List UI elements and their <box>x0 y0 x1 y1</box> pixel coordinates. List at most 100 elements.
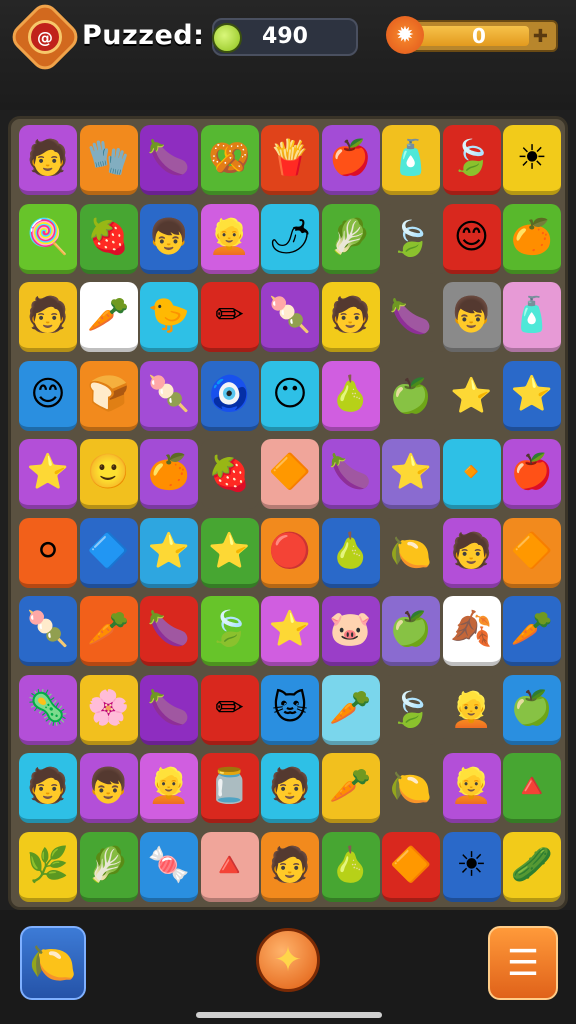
tile-icon: 😶 <box>272 373 308 414</box>
board-tile[interactable]: 🧑 <box>321 282 380 352</box>
board-tile[interactable]: 🌶 <box>261 203 319 274</box>
board-tile[interactable]: 🥨 <box>200 125 259 195</box>
board-tile[interactable]: 🥬 <box>79 831 138 902</box>
board-tile[interactable]: 🔴 <box>261 517 319 588</box>
board-tile[interactable]: 🥕 <box>321 674 380 745</box>
board-tile[interactable]: ☀ <box>503 125 561 195</box>
board-tile[interactable]: 🧤 <box>79 125 138 195</box>
board-tile[interactable]: 🔶 <box>503 517 561 588</box>
board-tile[interactable]: 🔶 <box>261 439 319 509</box>
board-tile[interactable]: 🍞 <box>79 360 138 431</box>
board-tile[interactable]: 🍃 <box>382 203 440 274</box>
board-tile[interactable]: 🌸 <box>79 674 138 745</box>
board-tile[interactable]: ⭐ <box>503 360 561 431</box>
board-tile[interactable]: 👱 <box>442 753 501 823</box>
board-tile[interactable]: 🧴 <box>503 282 561 352</box>
board-tile[interactable]: ⭐ <box>200 517 259 588</box>
board-tile[interactable]: 🍬 <box>140 831 198 902</box>
board-tile[interactable]: 🍐 <box>321 517 380 588</box>
board-tile[interactable]: 🍐 <box>321 831 380 902</box>
board-tile[interactable]: 🔺 <box>200 831 259 902</box>
board-tile[interactable]: ☀ <box>442 831 501 902</box>
board-tile[interactable]: 🔶 <box>382 831 440 902</box>
board-tile[interactable]: 😊 <box>19 360 77 431</box>
board-tile[interactable]: ⭐ <box>19 439 77 509</box>
board-tile[interactable]: 👦 <box>140 203 198 274</box>
board-tile[interactable]: 👱 <box>200 203 259 274</box>
board-tile[interactable]: 🍋 <box>382 517 440 588</box>
board-tile[interactable]: 🧑 <box>261 753 319 823</box>
board-tile[interactable]: 🍆 <box>140 125 198 195</box>
board-tile[interactable]: ⭐ <box>382 439 440 509</box>
board-tile[interactable]: 🍏 <box>382 596 440 666</box>
board-tile[interactable]: 🍃 <box>442 125 501 195</box>
board-tile[interactable]: 🐷 <box>321 596 380 666</box>
board-tile[interactable]: 🍡 <box>19 596 77 666</box>
board-tile[interactable]: 😶 <box>261 360 319 431</box>
board-tile[interactable]: 🥕 <box>79 282 138 352</box>
board-tile[interactable]: 🍏 <box>382 360 440 431</box>
board-tile[interactable]: 🧑 <box>442 517 501 588</box>
board-tile[interactable]: 🍆 <box>140 596 198 666</box>
board-tile[interactable]: 🍆 <box>382 282 440 352</box>
board-tile[interactable]: 🍟 <box>261 125 319 195</box>
board-tile[interactable]: 🥬 <box>321 203 380 274</box>
board-tile[interactable]: ✏ <box>200 674 259 745</box>
board-tile[interactable]: 🔺 <box>503 753 561 823</box>
tile-icon: 🍞 <box>87 373 130 414</box>
board-tile[interactable]: ⭐ <box>442 360 501 431</box>
board-tile[interactable]: 🍎 <box>321 125 380 195</box>
board-tile[interactable]: 🍓 <box>79 203 138 274</box>
board-tile[interactable]: ⭐ <box>261 596 319 666</box>
logo-button[interactable]: @ <box>6 0 84 76</box>
board-tile[interactable]: 🧑 <box>19 753 77 823</box>
shuffle-button[interactable]: ✦ <box>256 928 320 992</box>
board-tile[interactable]: 😊 <box>442 203 501 274</box>
board-tile[interactable]: 👱 <box>140 753 198 823</box>
board-tile[interactable]: 👱 <box>442 674 501 745</box>
board-tile[interactable]: 🍓 <box>200 439 259 509</box>
board-tile[interactable]: 🙂 <box>79 439 138 509</box>
board-tile[interactable]: 🍐 <box>321 360 380 431</box>
board-tile[interactable]: 🍡 <box>261 282 319 352</box>
board-tile[interactable]: 🧑 <box>19 125 77 195</box>
board-tile[interactable]: 🧑 <box>19 282 77 352</box>
board-tile[interactable]: 🍭 <box>19 203 77 274</box>
board-tile[interactable]: 🥕 <box>79 596 138 666</box>
board-tile[interactable]: 🥕 <box>503 596 561 666</box>
board-tile[interactable]: 🍡 <box>140 360 198 431</box>
board-tile[interactable]: 🍏 <box>503 674 561 745</box>
board-tile[interactable]: ✏ <box>200 282 259 352</box>
board-tile[interactable]: ⭐ <box>140 517 198 588</box>
board-tile[interactable]: 🥕 <box>321 753 380 823</box>
board-tile[interactable]: 🍂 <box>442 596 501 666</box>
board-tile[interactable]: 🧑 <box>261 831 319 902</box>
board-tile[interactable]: 🐤 <box>140 282 198 352</box>
tile-icon: 🧴 <box>389 138 433 178</box>
board-tile[interactable]: 👦 <box>442 282 501 352</box>
add-icon[interactable]: ✚ <box>533 26 548 47</box>
board-tile[interactable]: 🧿 <box>200 360 259 431</box>
menu-button[interactable]: ☰ <box>488 926 558 1000</box>
board-tile[interactable]: 🐱 <box>261 674 319 745</box>
board-tile[interactable]: 🦠 <box>19 674 77 745</box>
board-tile[interactable]: 🍃 <box>382 674 440 745</box>
lemon-booster-button[interactable]: 🍋 <box>20 926 86 1000</box>
board-tile[interactable]: 🍃 <box>200 596 259 666</box>
board-tile[interactable]: 🍆 <box>321 439 380 509</box>
board-tile[interactable]: 🍊 <box>503 203 561 274</box>
board-tile[interactable]: 🫙 <box>200 753 259 823</box>
board-tile[interactable]: 👦 <box>79 753 138 823</box>
board-tile[interactable]: 🍎 <box>503 439 561 509</box>
board-tile[interactable]: 🥒 <box>503 831 561 902</box>
board-tile[interactable]: ⚪ <box>19 517 77 588</box>
board-tile[interactable]: 🍆 <box>140 674 198 745</box>
tile-icon: 🍓 <box>87 216 130 257</box>
board-tile[interactable]: 🧴 <box>382 125 440 195</box>
board-tile[interactable]: 🌿 <box>19 831 77 902</box>
board-tile[interactable]: 🍊 <box>140 439 198 509</box>
energy-meter[interactable]: 0 ✚ ✹ <box>386 16 558 56</box>
board-tile[interactable]: 🍋 <box>382 753 440 823</box>
board-tile[interactable]: 🔸 <box>442 439 501 509</box>
board-tile[interactable]: 🔷 <box>79 517 138 588</box>
